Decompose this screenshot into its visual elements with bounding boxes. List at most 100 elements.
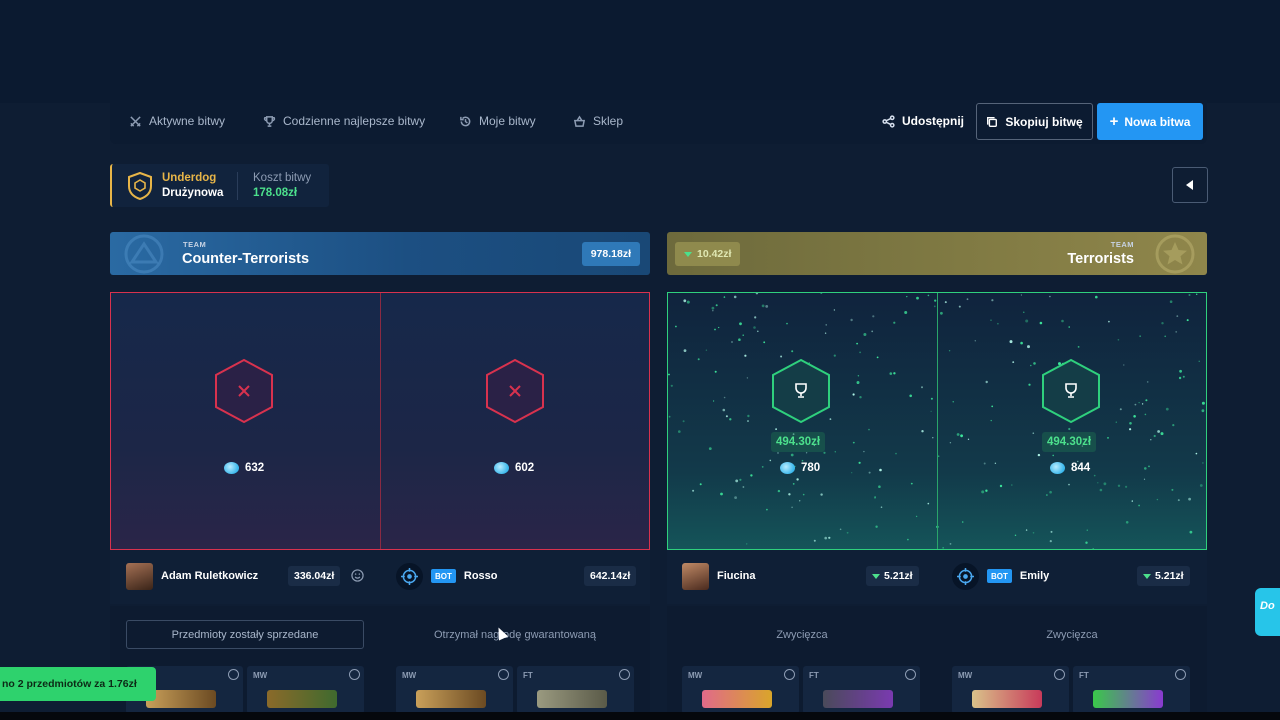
confetti-particle xyxy=(852,441,855,444)
confetti-particle xyxy=(991,299,994,302)
item-card[interactable]: MW xyxy=(682,666,799,714)
confetti-particle xyxy=(761,466,764,468)
confetti-particle xyxy=(938,455,940,457)
confetti-particle xyxy=(1178,376,1182,380)
confetti-particle xyxy=(895,452,897,455)
confetti-particle xyxy=(1023,311,1025,313)
player-value: 5.21zł xyxy=(866,566,919,586)
confetti-particle xyxy=(823,451,826,454)
weapon-image xyxy=(1093,690,1163,708)
player-fiucina[interactable]: Fiucina xyxy=(682,562,756,590)
confetti-particle xyxy=(921,386,923,389)
confetti-particle xyxy=(1028,383,1031,386)
weapon-image xyxy=(702,690,772,708)
ct-emblem-icon xyxy=(124,234,164,274)
team-t-value: 10.42zł xyxy=(675,242,741,266)
battle-nav: Aktywne bitwy Codzienne najlepsze bitwy … xyxy=(110,100,1207,144)
info-divider xyxy=(237,172,238,200)
confetti-particle xyxy=(1049,295,1051,298)
status-text: Zwycięzca xyxy=(1046,629,1098,641)
player-value: 642.14zł xyxy=(584,566,637,586)
player-rosso[interactable]: BOT Rosso xyxy=(396,562,498,590)
item-card[interactable]: FT xyxy=(803,666,920,714)
new-battle-button[interactable]: + Nowa bitwa xyxy=(1097,103,1203,140)
confetti-particle xyxy=(904,311,908,314)
confetti-particle xyxy=(952,401,954,403)
weapon-image xyxy=(823,690,893,708)
player-adam[interactable]: Adam Ruletkowicz xyxy=(126,562,258,590)
sold-items-toast[interactable]: no 2 przedmiotów za 1.76zł xyxy=(0,667,156,701)
side-pill-button[interactable]: Do xyxy=(1255,588,1280,636)
confetti-particle xyxy=(1195,452,1198,455)
confetti-particle xyxy=(711,306,715,310)
confetti-particle xyxy=(715,304,718,307)
confetti-particle xyxy=(1020,341,1023,345)
confetti-particle xyxy=(714,328,716,331)
confetti-particle xyxy=(1188,294,1191,296)
avatar xyxy=(126,562,153,590)
copy-battle-button[interactable]: Skopiuj bitwę xyxy=(976,103,1093,140)
confetti-particle xyxy=(876,356,879,359)
battle-info: Underdog Drużynowa Koszt bitwy 178.08zł xyxy=(110,164,329,207)
confetti-particle xyxy=(746,377,749,379)
item-card[interactable]: FT xyxy=(517,666,634,714)
player-emily[interactable]: BOT Emily xyxy=(952,562,1049,590)
confetti-particle xyxy=(1148,465,1150,468)
caret-left-icon xyxy=(1186,180,1193,190)
slot-divider xyxy=(380,293,381,549)
collapse-button[interactable] xyxy=(1172,167,1208,203)
confetti-particle xyxy=(921,430,924,433)
confetti-particle xyxy=(682,420,685,423)
confetti-particle xyxy=(1201,401,1205,405)
player-value: 5.21zł xyxy=(1137,566,1190,586)
confetti-particle xyxy=(712,309,714,312)
confetti-particle xyxy=(974,340,976,342)
confetti-particle xyxy=(1175,331,1178,333)
team-ct-value: 978.18zł xyxy=(581,242,640,266)
confetti-particle xyxy=(1125,521,1129,524)
item-card[interactable]: MW xyxy=(247,666,364,714)
confetti-particle xyxy=(850,318,853,322)
smile-icon[interactable] xyxy=(351,569,364,582)
nav-daily-best[interactable]: Codzienne najlepsze bitwy xyxy=(263,100,425,142)
confetti-particle xyxy=(1032,532,1035,534)
items-sold-button[interactable]: Przedmioty zostały sprzedane xyxy=(126,620,364,649)
confetti-particle xyxy=(858,461,861,464)
nav-active-battles[interactable]: Aktywne bitwy xyxy=(129,100,225,142)
confetti-particle xyxy=(1129,428,1132,431)
confetti-particle xyxy=(985,380,988,384)
confetti-particle xyxy=(1199,484,1203,487)
avatar xyxy=(682,562,709,590)
confetti-particle xyxy=(910,482,913,485)
confetti-particle xyxy=(868,471,871,474)
item-card[interactable]: MW xyxy=(952,666,1069,714)
confetti-particle xyxy=(909,394,912,398)
bot-badge: BOT xyxy=(431,569,456,583)
basket-icon xyxy=(573,114,586,127)
share-button[interactable]: Udostępnij xyxy=(882,100,964,142)
confetti-particle xyxy=(1202,462,1204,464)
nav-my-battles[interactable]: Moje bitwy xyxy=(459,100,536,142)
confetti-particle xyxy=(907,538,909,541)
nav-shop[interactable]: Sklep xyxy=(573,100,623,142)
confetti-particle xyxy=(927,294,930,297)
plus-icon: + xyxy=(1109,113,1119,130)
confetti-particle xyxy=(683,299,687,303)
confetti-particle xyxy=(790,453,794,457)
confetti-particle xyxy=(856,342,858,345)
confetti-particle xyxy=(1153,434,1156,438)
confetti-particle xyxy=(990,319,992,321)
confetti-particle xyxy=(1196,293,1198,295)
check-icon xyxy=(619,669,630,680)
confetti-particle xyxy=(956,433,960,436)
confetti-particle xyxy=(1049,490,1052,494)
status-text: Otrzymał nagrodę gwarantowaną xyxy=(433,629,597,641)
confetti-particle xyxy=(991,405,994,408)
confetti-particle xyxy=(879,468,882,472)
confetti-particle xyxy=(777,452,779,454)
item-card[interactable]: MW xyxy=(396,666,513,714)
confetti-particle xyxy=(735,479,739,483)
bot-badge: BOT xyxy=(987,569,1012,583)
down-arrow-icon xyxy=(872,573,880,579)
item-card[interactable]: FT xyxy=(1073,666,1190,714)
